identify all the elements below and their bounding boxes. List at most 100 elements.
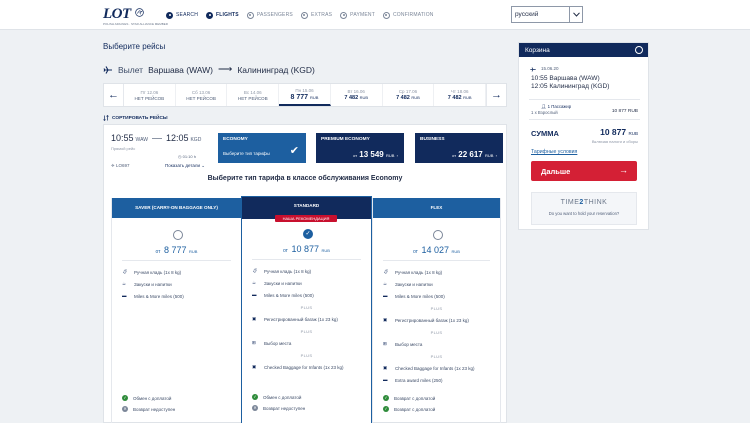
fare-feature: 🧳︎ Ручная кладь (1x 8 kg): [383, 269, 442, 275]
cross-circle-icon: ✕: [252, 405, 258, 411]
show-details-link[interactable]: Показать детали ⌄: [165, 163, 205, 169]
step-confirmation[interactable]: CONFIRMATION: [382, 11, 434, 19]
plane-icon: [530, 67, 536, 72]
next-button[interactable]: Дальше →: [531, 161, 637, 181]
ttt-title: TIME2THINK: [532, 199, 636, 206]
fare-feature: 🧳︎ Ручная кладь (1x 8 kg): [122, 269, 181, 275]
fare-condition: ✕ Возврат недоступен: [122, 406, 175, 412]
extra-text: Checked Baggage for Infants (1x 23 kg): [395, 365, 475, 371]
date-price: НЕТ РЕЙСОВ: [237, 95, 268, 101]
details-label: Показать детали: [165, 163, 201, 168]
date-price: 7 482 RUB: [344, 95, 368, 101]
date-list: Пт 12.06 НЕТ РЕЙСОВ Сб 13.06 НЕТ РЕЙСОВ Вс 1…: [124, 84, 487, 106]
divider: [529, 99, 640, 100]
cart-title: Корзина: [525, 47, 550, 54]
step-flights[interactable]: FLIGHTS: [206, 11, 239, 19]
step-dot-icon: [340, 11, 348, 19]
fare-extra: ▣ Checked Baggage for Infants (1x 23 kg): [383, 365, 475, 371]
step-dot-icon: [382, 11, 390, 19]
fare-condition: ✓ Обмен с доплатой: [252, 394, 301, 400]
miles-card-icon: ▬: [252, 292, 257, 297]
extra-text: Выбор места: [264, 340, 292, 346]
fare-radio[interactable]: ✓: [303, 229, 313, 239]
direct-flight-label: Прямой рейс: [111, 146, 136, 151]
flight-summary: 10:55 WAW 12:05 KGD Прямой рейс ◷ 01:10 …: [111, 133, 211, 168]
seat-icon: ⊞: [252, 340, 256, 345]
step-dot-icon: [246, 11, 254, 19]
date-selector: ← Пт 12.06 НЕТ РЕЙСОВ Сб 13.06 НЕТ РЕЙСОВ Вс…: [103, 83, 507, 107]
price-currency: RUB: [189, 249, 198, 254]
prev-dates-button[interactable]: ←: [104, 84, 124, 106]
date-option[interactable]: Вт 16.06 7 482 RUB: [331, 84, 383, 106]
extra-text: Checked Baggage for Infants (1x 23 kg): [264, 364, 344, 370]
plus-label: PLUS: [430, 306, 443, 311]
fare-terms-link[interactable]: Тарифные условия: [531, 149, 577, 155]
booking-steps: SEARCH FLIGHTS PASSENGERS EXTRAS PAYMENT CONF…: [166, 10, 442, 20]
date-option[interactable]: Пт 12.06 НЕТ РЕЙСОВ: [124, 84, 176, 106]
fare-radio[interactable]: [433, 230, 443, 240]
extra-text: Регистрированный багаж (1x 23 kg): [264, 316, 338, 322]
arr-code: KGD: [190, 137, 202, 143]
lot-logo[interactable]: LOT POLISH AIRLINES · STAR ALLIANCE MEMB…: [103, 3, 168, 26]
step-search[interactable]: SEARCH: [166, 11, 198, 19]
arrow-right-icon: →: [491, 89, 502, 101]
cabin-economy[interactable]: ECONOMY Выберите тип тарифы ✔: [218, 133, 306, 163]
snack-icon: ☕︎: [252, 280, 257, 285]
extra-text: Регистрированный багаж (1x 23 kg): [395, 317, 469, 323]
step-label: PASSENGERS: [256, 12, 293, 18]
date-option[interactable]: Вс 14.06 НЕТ РЕЙСОВ: [227, 84, 280, 106]
flight-number: ✈ LO697: [111, 163, 130, 169]
fare-feature: ☕︎ Закуски и напитки: [383, 281, 433, 287]
step-extras[interactable]: EXTRAS: [300, 11, 332, 19]
date-label: Пн 15.06: [295, 87, 314, 93]
date-option[interactable]: Чт 18.06 7 482 RUB: [434, 84, 487, 106]
feature-text: Закуски и напитки: [134, 281, 172, 287]
feature-text: Miles & More miles (500): [264, 292, 314, 298]
time-to-think-banner[interactable]: TIME2THINK Do you want to hold your rese…: [531, 192, 637, 225]
crane-logo-icon: [635, 46, 643, 54]
route-from: Варшава (WAW): [148, 64, 214, 75]
logo-subtitle: POLISH AIRLINES · STAR ALLIANCE MEMBER: [103, 22, 168, 26]
next-button-label: Дальше: [541, 167, 571, 176]
route-heading: Вылет Варшава (WAW) ⟶ Калининград (KGD): [103, 64, 315, 75]
cart-segment: 10:55 Варшава (WAW) 12:05 Калининград (K…: [531, 75, 609, 91]
ttt-a: TIME: [560, 199, 580, 206]
cabin-premium-economy[interactable]: PREMIUM ECONOMY от 13 549 RUB ›: [316, 133, 404, 163]
chevron-right-icon: ›: [396, 153, 398, 158]
price-value: 8 777: [163, 245, 187, 255]
date-option[interactable]: Сб 13.06 НЕТ РЕЙСОВ: [176, 84, 228, 106]
next-dates-button[interactable]: →: [486, 84, 506, 106]
price-currency: RUB: [411, 95, 420, 100]
price-currency: RUB: [451, 249, 460, 254]
step-dot-icon: [166, 11, 173, 19]
step-passengers[interactable]: PASSENGERS: [246, 11, 293, 19]
snack-icon: ☕︎: [122, 281, 127, 286]
step-payment[interactable]: PAYMENT: [340, 11, 375, 19]
sum-currency: RUB: [628, 131, 638, 136]
language-select[interactable]: русский: [511, 6, 583, 23]
sort-flights-link[interactable]: СОРТИРОВАТЬ РЕЙСЫ: [103, 115, 168, 121]
fare-feature: 🧳︎ Ручная кладь (1x 8 kg): [252, 268, 311, 274]
cart-seg-departure: 10:55 Варшава (WAW): [531, 75, 600, 82]
taxes-included-note: Включая налоги и сборы: [591, 139, 638, 144]
top-header: LOT POLISH AIRLINES · STAR ALLIANCE MEMB…: [0, 0, 750, 30]
date-option[interactable]: Ср 17.06 7 482 RUB: [383, 84, 435, 106]
sort-icon: [103, 115, 109, 121]
date-label: Ср 17.06: [398, 89, 418, 94]
fare-standard[interactable]: STANDARD НАША РЕКОМЕНДАЦИЯ ✓ от 10 877 RUB 🧳…: [241, 196, 372, 423]
price-prefix: от: [155, 249, 161, 255]
step-label: PAYMENT: [350, 12, 375, 18]
chevron-down-icon: [569, 7, 582, 22]
cabin-business[interactable]: BUSINESS от 22 617 RUB ›: [415, 133, 503, 163]
fare-saver[interactable]: SAVER (CARRY-ON BAGGAGE ONLY) от 8 777 RU…: [111, 198, 242, 423]
fare-condition: ✕ Возврат недоступен: [252, 405, 305, 411]
fare-condition: ✓ Возврат с доплатой: [383, 395, 435, 401]
cart-date: 15.06.20: [541, 66, 559, 71]
price-currency: RUB: [310, 94, 319, 100]
fare-flex[interactable]: FLEX от 14 027 RUB 🧳︎ Ручная кладь (1x 8 kg…: [372, 198, 501, 423]
cabin-business-name: BUSINESS: [420, 137, 445, 142]
fare-radio[interactable]: [173, 230, 183, 240]
sort-label: СОРТИРОВАТЬ РЕЙСЫ: [112, 115, 168, 121]
date-option[interactable]: Пн 15.06 8 777 RUB: [279, 84, 331, 106]
feature-text: Ручная кладь (1x 8 kg): [395, 269, 443, 275]
